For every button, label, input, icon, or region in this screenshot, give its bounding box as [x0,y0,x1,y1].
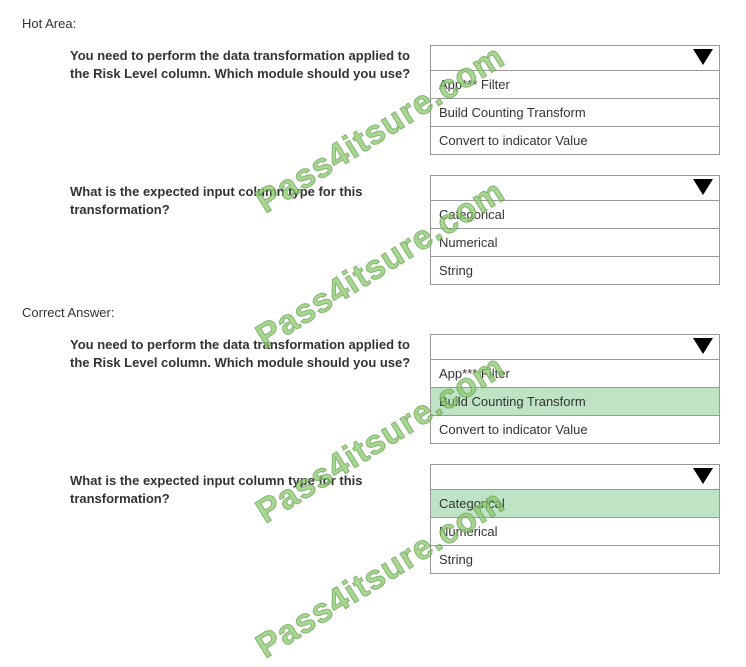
dropdown-head[interactable] [430,464,720,490]
dropdown-type-hotarea[interactable]: Categorical Numerical String [430,175,720,285]
option-item[interactable]: Categorical [430,201,720,229]
option-item[interactable]: Numerical [430,518,720,546]
correct-answer-label: Correct Answer: [22,305,746,320]
option-item-selected[interactable]: Categorical [430,490,720,518]
option-item[interactable]: App*** Filter [430,71,720,99]
dropdown-head[interactable] [430,334,720,360]
hotarea-q1-block: You need to perform the data transformat… [70,45,746,155]
chevron-down-icon [693,468,713,484]
option-item[interactable]: Convert to indicator Value [430,416,720,444]
option-item[interactable]: App*** Filter [430,360,720,388]
option-item-selected[interactable]: Build Counting Transform [430,388,720,416]
option-item[interactable]: String [430,546,720,574]
answer-q1-block: You need to perform the data transformat… [70,334,746,444]
question-2-text: What is the expected input column type f… [70,175,430,219]
question-1-text-answer: You need to perform the data transformat… [70,334,430,372]
dropdown-module-hotarea[interactable]: App*** Filter Build Counting Transform C… [430,45,720,155]
dropdown-head[interactable] [430,175,720,201]
question-2-text-answer: What is the expected input column type f… [70,464,430,508]
dropdown-head[interactable] [430,45,720,71]
chevron-down-icon [693,338,713,354]
option-item[interactable]: String [430,257,720,285]
dropdown-module-answer[interactable]: App*** Filter Build Counting Transform C… [430,334,720,444]
chevron-down-icon [693,49,713,65]
hot-area-label: Hot Area: [22,16,746,31]
dropdown-type-answer[interactable]: Categorical Numerical String [430,464,720,574]
chevron-down-icon [693,179,713,195]
question-1-text: You need to perform the data transformat… [70,45,430,83]
hotarea-q2-block: What is the expected input column type f… [70,175,746,285]
option-item[interactable]: Convert to indicator Value [430,127,720,155]
answer-q2-block: What is the expected input column type f… [70,464,746,574]
option-item[interactable]: Numerical [430,229,720,257]
option-item[interactable]: Build Counting Transform [430,99,720,127]
